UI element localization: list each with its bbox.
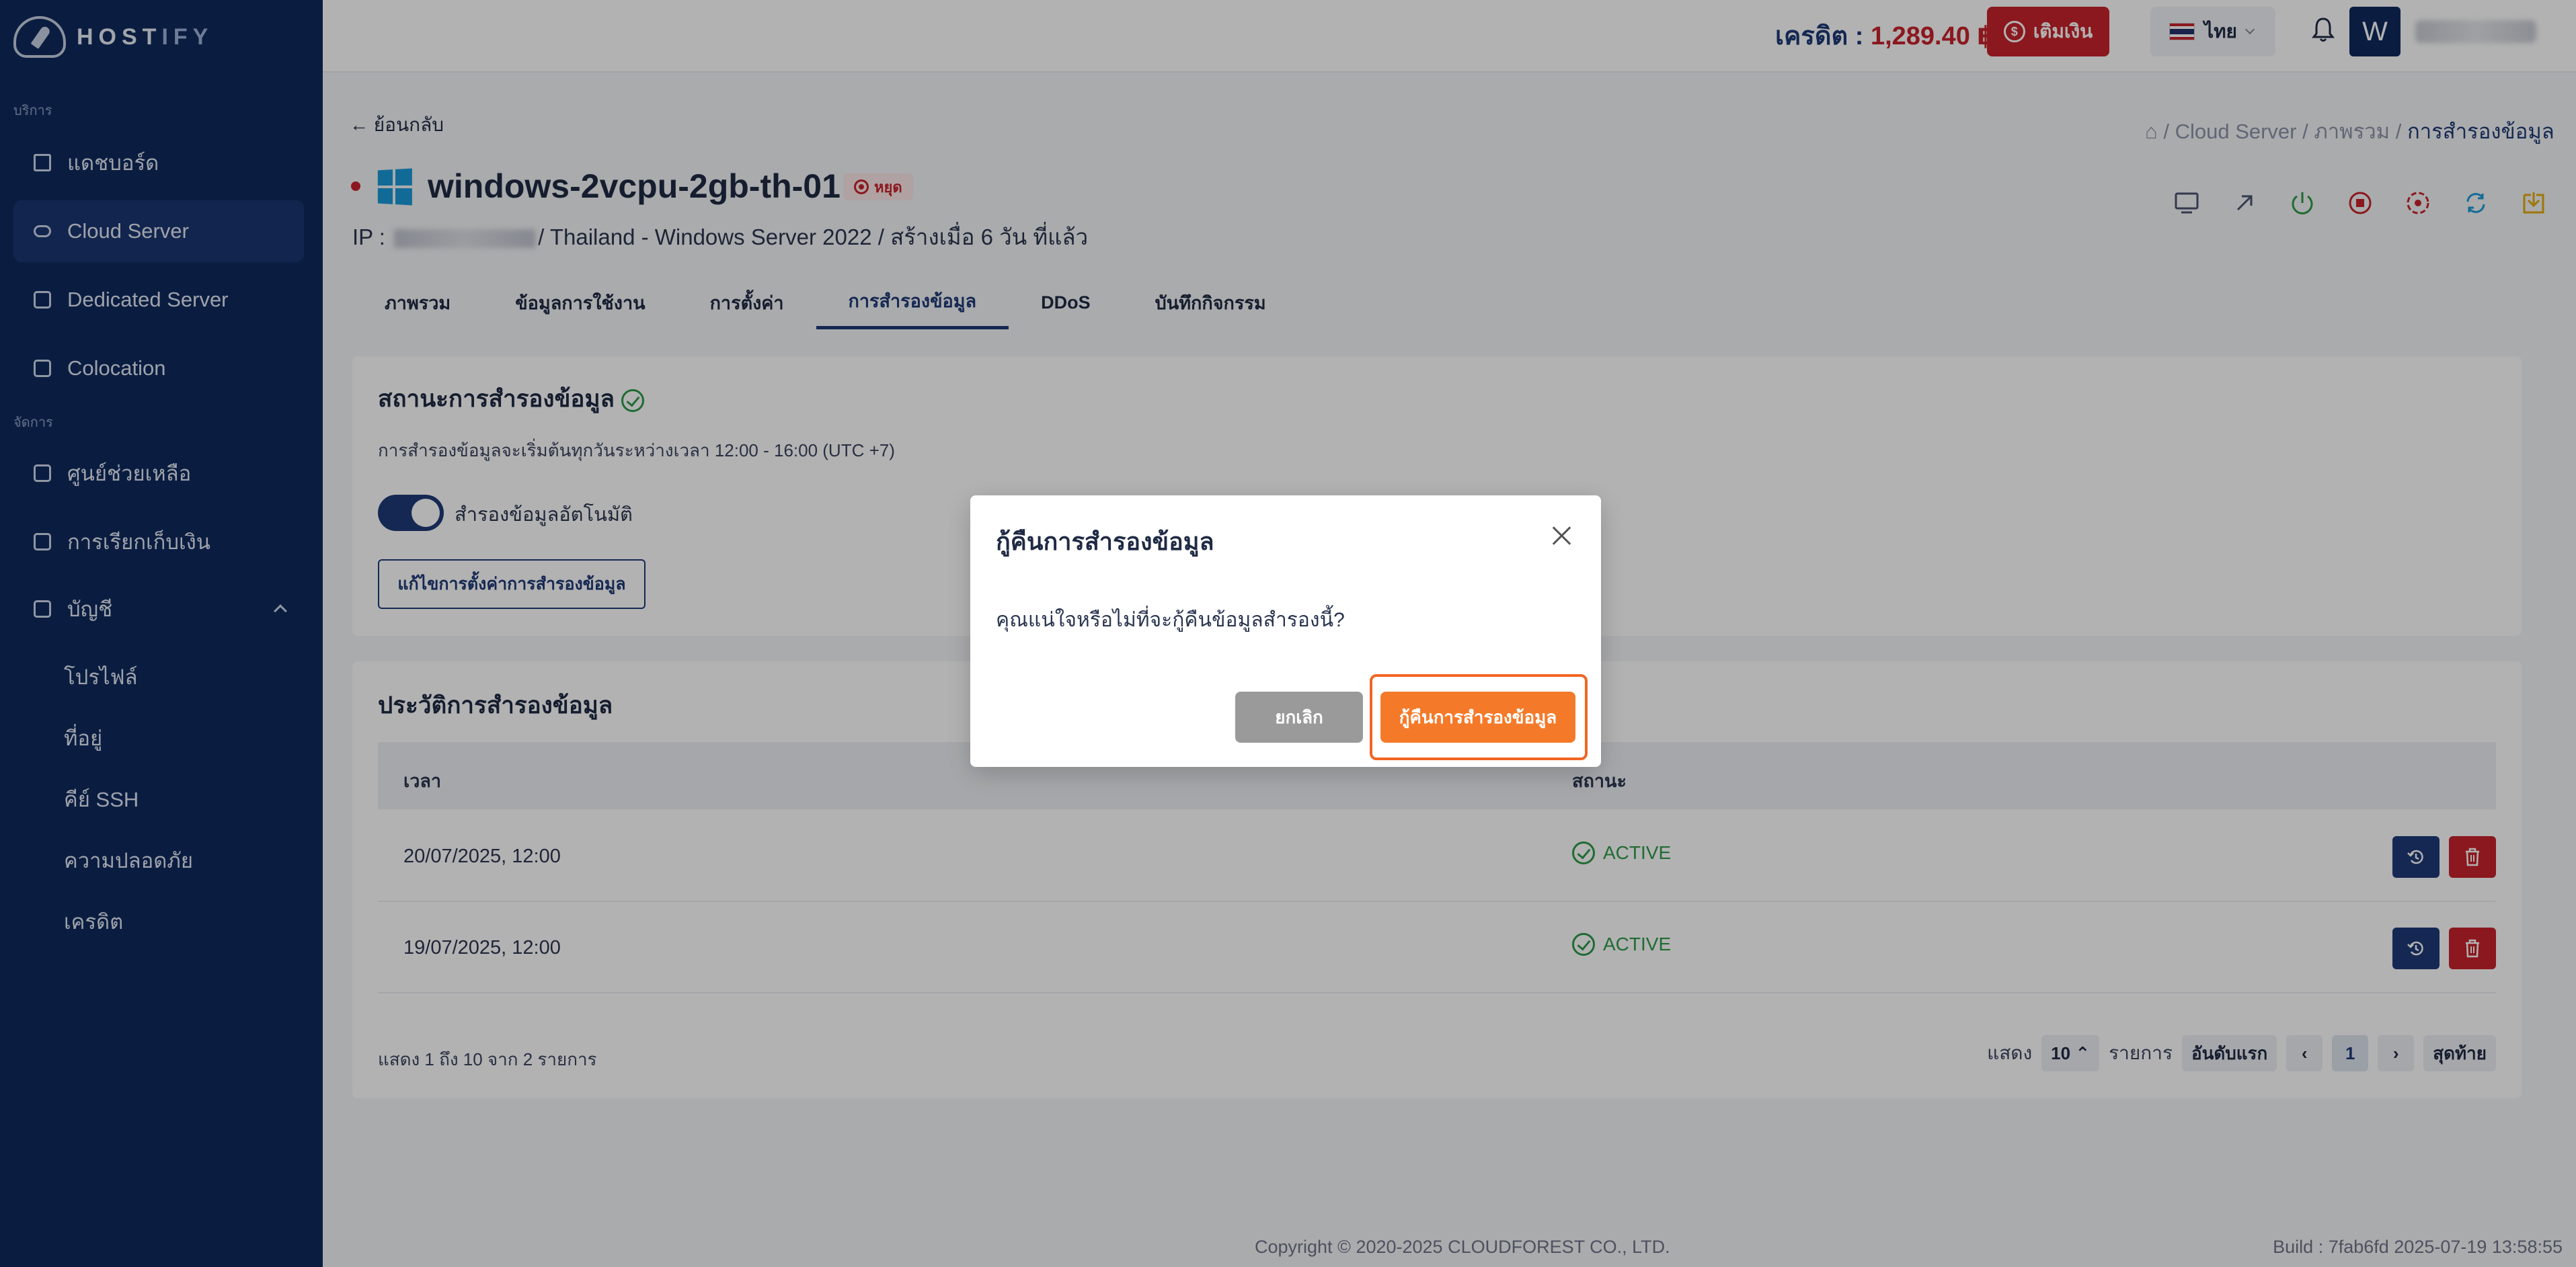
restore-backup-dialog: กู้คืนการสำรองข้อมูล คุณแน่ใจหรือไม่ที่จ… [970, 495, 1601, 767]
dialog-title: กู้คืนการสำรองข้อมูล [996, 528, 1214, 555]
confirm-restore-button[interactable]: กู้คืนการสำรองข้อมูล [1380, 692, 1575, 743]
dialog-message: คุณแน่ใจหรือไม่ที่จะกู้คืนข้อมูลสำรองนี้… [996, 609, 1345, 631]
cancel-button[interactable]: ยกเลิก [1235, 692, 1363, 743]
close-icon[interactable] [1550, 524, 1574, 548]
